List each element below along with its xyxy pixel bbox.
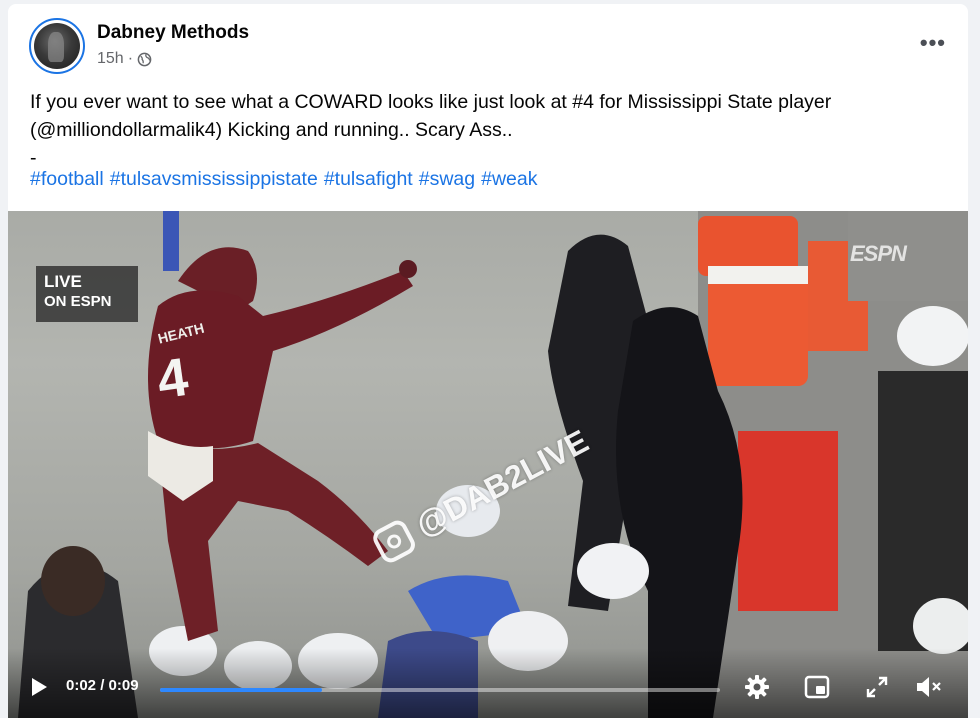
meta-separator: · (127, 50, 134, 67)
progress-bar[interactable] (160, 688, 720, 692)
live-label: LIVE (44, 272, 82, 291)
post-card: Dabney Methods 15h · ••• If you ever wan… (8, 4, 968, 718)
video-player[interactable]: 4 HEATH LIVE ON ESPN ESPN @DAB2LIVE 0:02… (8, 211, 968, 718)
live-on-espn-badge: LIVE ON ESPN (36, 266, 138, 322)
author-avatar[interactable] (29, 18, 85, 74)
post-timestamp[interactable]: 15h (97, 50, 124, 68)
post-text-line: If you ever want to see what a COWARD lo… (30, 91, 832, 113)
espn-logo: ESPN (850, 241, 907, 266)
hashtag-link[interactable]: #football (30, 168, 104, 191)
post-meta: 15h · (97, 50, 152, 68)
on-espn-label: ON ESPN (44, 293, 112, 310)
hashtag-link[interactable]: #tulsavsmississippistate (110, 168, 318, 191)
video-time: 0:02 / 0:09 (66, 677, 139, 694)
current-time: 0:02 (66, 677, 97, 694)
hashtag-link[interactable]: #tulsafight (324, 168, 413, 191)
progress-fill (160, 688, 323, 692)
video-frame: 4 HEATH (18, 211, 968, 718)
post-text-line: (@milliondollarmalik4) Kicking and runni… (30, 119, 513, 141)
more-options-button[interactable]: ••• (920, 32, 946, 54)
duration: 0:09 (108, 677, 139, 694)
play-icon[interactable] (28, 676, 50, 698)
avatar-image (34, 23, 80, 69)
globe-icon[interactable] (137, 52, 152, 67)
hashtag-link[interactable]: #swag (419, 168, 475, 191)
fullscreen-icon[interactable] (862, 672, 892, 702)
picture-in-picture-icon[interactable] (802, 672, 832, 702)
author-name[interactable]: Dabney Methods (97, 22, 249, 44)
video-controls: 0:02 / 0:09 (8, 648, 968, 718)
post-body: If you ever want to see what a COWARD lo… (30, 88, 950, 172)
volume-muted-icon[interactable] (914, 672, 944, 702)
hashtag-link[interactable]: #weak (481, 168, 537, 191)
settings-gear-icon[interactable] (742, 672, 772, 702)
time-separator: / (100, 677, 105, 694)
hashtag-list: #football #tulsavsmississippistate #tuls… (30, 168, 537, 191)
